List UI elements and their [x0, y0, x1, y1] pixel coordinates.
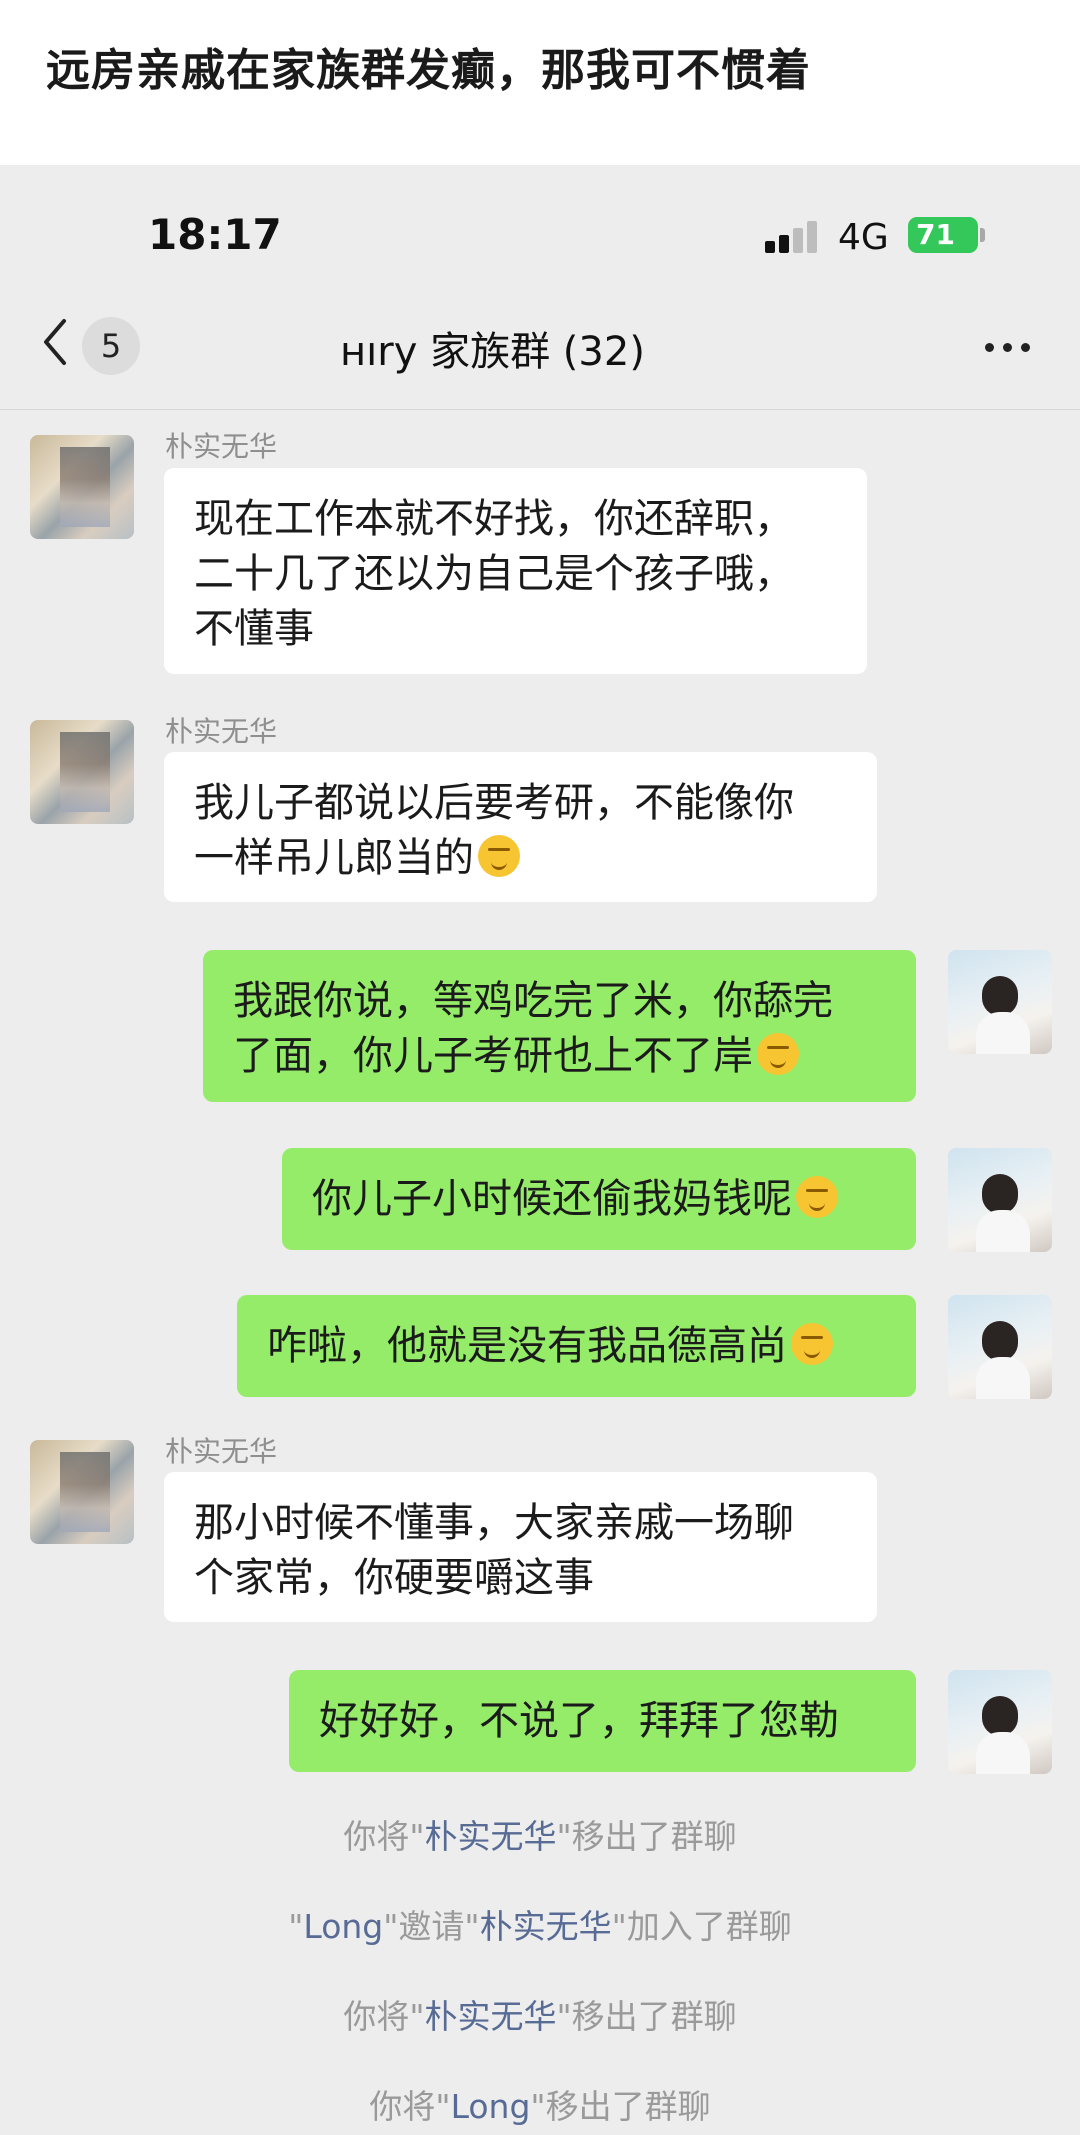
notice-text: 你将" — [343, 1817, 425, 1856]
avatar[interactable] — [30, 720, 134, 824]
status-bar: 18:17 4G 71 — [0, 165, 1080, 275]
unread-count-badge[interactable]: 5 — [82, 317, 140, 375]
message-line: 不懂事 — [194, 606, 314, 652]
member-name-link[interactable]: Long — [451, 2087, 531, 2126]
battery-cap-icon — [980, 228, 985, 242]
post-header: 远房亲戚在家族群发癫，那我可不惯着 — [0, 0, 1080, 165]
member-name-link[interactable]: Long — [303, 1907, 383, 1946]
message-bubble[interactable]: 现在工作本就不好找，你还辞职， 二十几了还以为自己是个孩子哦， 不懂事 — [164, 468, 867, 674]
message-line: 好好好，不说了，拜拜了您勒 — [319, 1698, 839, 1744]
avatar[interactable] — [30, 1440, 134, 1544]
message-line: 现在工作本就不好找，你还辞职， — [194, 496, 794, 542]
notice-text: " — [288, 1907, 304, 1946]
chat-nav-bar: 5 ʜıry 家族群 (32) — [0, 275, 1080, 410]
message-bubble[interactable]: 那小时候不懂事，大家亲戚一场聊 个家常，你硬要嚼这事 — [164, 1472, 877, 1622]
message-line: 一样吊儿郎当的 — [194, 835, 474, 881]
message-line: 我跟你说，等鸡吃完了米，你舔完 — [233, 978, 833, 1024]
thinking-face-icon — [757, 1033, 799, 1075]
sender-name: 朴实无华 — [165, 1435, 278, 1468]
sender-name: 朴实无华 — [165, 430, 278, 463]
sender-name: 朴实无华 — [165, 715, 278, 748]
avatar[interactable] — [30, 435, 134, 539]
avatar[interactable] — [948, 1670, 1052, 1774]
chat-screenshot: 18:17 4G 71 5 ʜıry 家族群 (32) 朴实无华 现在工作本就不… — [0, 165, 1080, 2135]
thinking-face-icon — [478, 835, 520, 877]
system-notice: 你将"朴实无华"移出了群聊 — [0, 1990, 1080, 2038]
member-name-link[interactable]: 朴实无华 — [425, 1817, 557, 1856]
notice-text: "邀请" — [383, 1907, 480, 1946]
group-title: ʜıry 家族群 (32) — [340, 329, 645, 375]
notice-text: "移出了群聊 — [556, 1997, 737, 2036]
member-name-link[interactable]: 朴实无华 — [480, 1907, 612, 1946]
system-notice: 你将"Long"移出了群聊 — [0, 2080, 1080, 2128]
system-notice: 你将"朴实无华"移出了群聊 — [0, 1810, 1080, 1858]
message-bubble[interactable]: 你儿子小时候还偷我妈钱呢 — [282, 1148, 916, 1250]
message-line: 那小时候不懂事，大家亲戚一场聊 — [194, 1500, 794, 1546]
notice-text: "移出了群聊 — [530, 2087, 711, 2126]
message-bubble[interactable]: 好好好，不说了，拜拜了您勒 — [289, 1670, 916, 1772]
message-line: 了面，你儿子考研也上不了岸 — [233, 1033, 753, 1079]
nav-divider — [0, 409, 1080, 410]
notice-text: "移出了群聊 — [556, 1817, 737, 1856]
battery-icon: 71 — [908, 217, 978, 253]
notice-text: "加入了群聊 — [611, 1907, 792, 1946]
avatar[interactable] — [948, 950, 1052, 1054]
avatar[interactable] — [948, 1295, 1052, 1399]
avatar[interactable] — [948, 1148, 1052, 1252]
member-name-link[interactable]: 朴实无华 — [425, 1997, 557, 2036]
message-bubble[interactable]: 我儿子都说以后要考研，不能像你 一样吊儿郎当的 — [164, 752, 877, 902]
more-dots-icon[interactable] — [985, 343, 1035, 355]
thinking-face-icon — [791, 1323, 833, 1365]
message-line: 你儿子小时候还偷我妈钱呢 — [312, 1176, 792, 1222]
message-line: 个家常，你硬要嚼这事 — [194, 1555, 594, 1601]
thinking-face-icon — [796, 1176, 838, 1218]
network-label: 4G — [838, 217, 889, 258]
notice-text: 你将" — [343, 1997, 425, 2036]
message-line: 二十几了还以为自己是个孩子哦， — [194, 551, 794, 597]
system-notice: "Long"邀请"朴实无华"加入了群聊 — [0, 1900, 1080, 1948]
chevron-left-icon[interactable] — [36, 317, 76, 367]
message-line: 我儿子都说以后要考研，不能像你 — [194, 780, 794, 826]
notice-text: 你将" — [369, 2087, 451, 2126]
message-line: 咋啦，他就是没有我品德高尚 — [267, 1323, 787, 1369]
signal-icon — [765, 219, 821, 253]
message-bubble[interactable]: 咋啦，他就是没有我品德高尚 — [237, 1295, 916, 1397]
message-bubble[interactable]: 我跟你说，等鸡吃完了米，你舔完 了面，你儿子考研也上不了岸 — [203, 950, 916, 1102]
status-time: 18:17 — [148, 210, 282, 259]
post-title: 远房亲戚在家族群发癫，那我可不惯着 — [46, 45, 811, 96]
